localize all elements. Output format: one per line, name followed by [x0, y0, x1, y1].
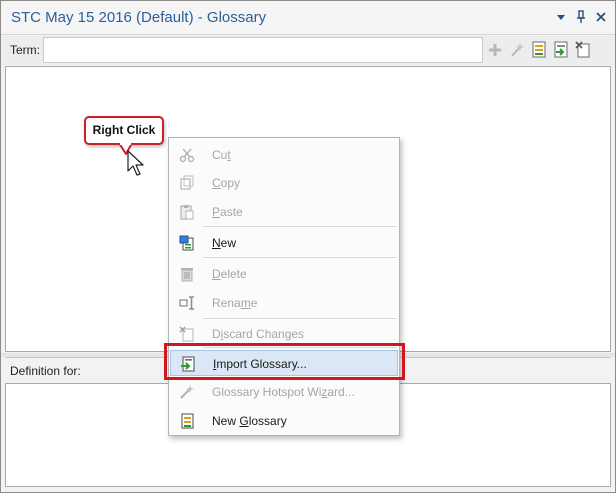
menu-separator — [203, 257, 397, 258]
mouse-cursor-icon — [127, 150, 144, 176]
new-glossary-icon — [181, 413, 194, 429]
open-glossary-icon[interactable] — [531, 41, 547, 59]
copy-icon — [180, 175, 194, 190]
menu-item-copy[interactable]: Copy — [170, 170, 398, 196]
menu-item-label: Rename — [212, 296, 258, 310]
menu-item-paste[interactable]: Paste — [170, 199, 398, 225]
new-term-icon — [179, 235, 194, 251]
definition-label: Definition for: — [10, 364, 81, 378]
menu-separator — [203, 226, 397, 227]
discard-icon — [179, 326, 194, 342]
paste-icon — [180, 205, 194, 220]
menu-item-label: Paste — [212, 205, 243, 219]
term-input[interactable] — [43, 37, 483, 63]
wand-icon[interactable] — [509, 41, 525, 59]
menu-item-delete[interactable]: Delete — [170, 261, 398, 287]
menu-item-label: Cut — [212, 148, 231, 162]
dropdown-icon[interactable] — [555, 10, 567, 24]
cut-icon — [179, 148, 195, 163]
delete-icon — [181, 268, 193, 282]
menu-separator — [203, 318, 397, 319]
menu-item-label: Glossary Hotspot Wizard... — [212, 385, 355, 399]
menu-item-label: Discard Changes — [212, 327, 305, 341]
highlight-annotation-box — [164, 343, 405, 380]
menu-item-new[interactable]: New — [170, 230, 398, 256]
menu-item-label: Copy — [212, 176, 241, 190]
add-icon[interactable] — [487, 41, 503, 59]
title-controls — [555, 10, 607, 24]
remove-glossary-icon[interactable] — [575, 41, 591, 59]
import-glossary-icon[interactable] — [553, 41, 569, 59]
rename-icon — [179, 296, 194, 310]
menu-item-label: New Glossary — [212, 414, 287, 428]
menu-item-label: Delete — [212, 267, 247, 281]
pin-icon[interactable] — [575, 10, 587, 24]
menu-item-cut[interactable]: Cut — [170, 142, 398, 168]
title-bar: STC May 15 2016 (Default) - Glossary — [1, 1, 615, 35]
close-icon[interactable] — [595, 10, 607, 24]
menu-item-rename[interactable]: Rename — [170, 290, 398, 316]
wizard-icon — [180, 385, 194, 399]
term-bar: Term: — [1, 36, 615, 65]
term-label: Term: — [10, 43, 40, 57]
term-toolbar — [487, 41, 591, 59]
menu-item-glossary-hotspot-wizard[interactable]: Glossary Hotspot Wizard... — [170, 379, 398, 405]
menu-item-label: New — [212, 236, 237, 250]
right-click-callout: Right Click — [84, 116, 164, 145]
context-menu: Cut Copy Paste New Delete Rename Discard… — [168, 137, 400, 436]
window-title: STC May 15 2016 (Default) - Glossary — [11, 9, 267, 26]
menu-item-new-glossary[interactable]: New Glossary — [170, 408, 398, 434]
